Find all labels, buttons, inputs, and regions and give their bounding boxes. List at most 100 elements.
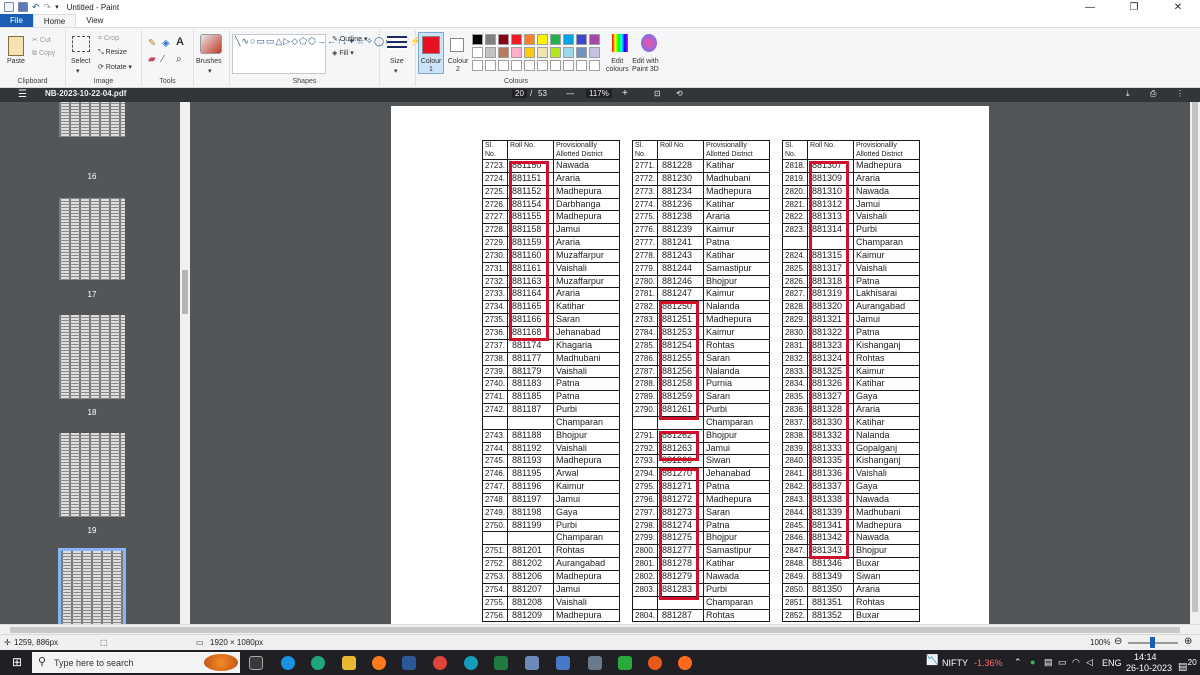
colour-swatch[interactable] <box>576 34 587 45</box>
file-menu[interactable]: File <box>0 14 33 27</box>
customize-toolbar-icon[interactable]: ▾ <box>55 3 59 11</box>
colour2-swatch[interactable] <box>450 38 464 52</box>
brushes-dropdown-icon[interactable]: ▾ <box>208 67 212 75</box>
colour-swatch[interactable] <box>576 47 587 58</box>
colour-swatch[interactable] <box>589 34 600 45</box>
clock-date[interactable]: 26-10-2023 <box>1126 663 1172 673</box>
nifty-change[interactable]: -1.36% <box>974 658 1003 668</box>
sidebar-scroll-thumb[interactable] <box>182 270 188 314</box>
download-icon[interactable]: ⤓ <box>1126 89 1130 99</box>
firefox-alt-icon[interactable] <box>678 656 692 670</box>
custom-colour-slot[interactable] <box>550 60 561 71</box>
page-thumbnail[interactable] <box>58 432 126 518</box>
menu-icon[interactable]: ☰ <box>18 89 27 100</box>
brush-icon[interactable] <box>200 34 222 54</box>
page-number-input[interactable]: 20 <box>512 89 527 98</box>
colour-swatch[interactable] <box>563 47 574 58</box>
close-button[interactable]: ✕ <box>1156 2 1200 13</box>
fill-button[interactable]: ◈ Fill ▾ <box>332 49 354 57</box>
size-button[interactable]: Size <box>390 58 404 65</box>
crop-button[interactable]: ⌗ Crop <box>98 35 119 43</box>
colour-swatch[interactable] <box>485 34 496 45</box>
cut-button[interactable]: ✂ Cut <box>32 36 51 44</box>
page-thumbnail[interactable] <box>58 197 126 281</box>
main-scroll-thumb[interactable] <box>1192 102 1198 612</box>
zoom-out-button[interactable]: — <box>566 89 574 98</box>
notification-icon[interactable]: ▤20 <box>1178 657 1197 672</box>
colour-swatch[interactable] <box>550 47 561 58</box>
paint-taskbar-icon[interactable] <box>525 656 539 670</box>
brave-icon[interactable] <box>648 656 662 670</box>
custom-colour-slot[interactable] <box>537 60 548 71</box>
custom-colour-slot[interactable] <box>511 60 522 71</box>
colour2-label[interactable]: Colour 2 <box>446 58 470 74</box>
maximize-button[interactable]: ❐ <box>1112 2 1156 13</box>
select-dropdown-icon[interactable]: ▾ <box>76 67 80 75</box>
battery-icon[interactable]: ▭ <box>1058 657 1067 668</box>
colour-swatch[interactable] <box>537 34 548 45</box>
resize-button[interactable]: ⤡ Resize <box>98 49 127 57</box>
wifi-icon[interactable]: ◠ <box>1072 657 1080 668</box>
colour-swatch[interactable] <box>524 47 535 58</box>
zoom-level[interactable]: 117% <box>586 89 612 98</box>
colour-swatch[interactable] <box>550 34 561 45</box>
snipping-tool-icon[interactable] <box>556 656 570 670</box>
pencil-icon[interactable]: ✎ <box>148 38 156 49</box>
zoom-in-icon[interactable]: ⊕ <box>1184 636 1192 647</box>
save-icon[interactable] <box>18 2 28 12</box>
tab-view[interactable]: View <box>76 14 113 27</box>
tray-app-icon[interactable]: ● <box>1030 657 1035 667</box>
size-dropdown-icon[interactable]: ▾ <box>394 67 398 75</box>
paint3d-icon[interactable] <box>641 34 657 52</box>
chrome-icon[interactable] <box>433 656 447 670</box>
language-indicator[interactable]: ENG <box>1102 658 1122 668</box>
shapes-gallery[interactable]: ╲∿○▭▭△▷◇⬠⬡→←↑↓✦☆✧◯▭◔♡⚡ <box>232 34 421 74</box>
page-thumbnail-selected[interactable] <box>58 548 126 624</box>
edit-with-paint3d-button[interactable]: Edit with Paint 3D <box>632 58 659 74</box>
nifty-label[interactable]: NIFTY <box>942 658 968 668</box>
custom-colour-slot[interactable] <box>576 60 587 71</box>
brushes-button[interactable]: Brushes <box>196 58 222 65</box>
edit-colours-button[interactable]: Edit colours <box>606 58 629 74</box>
zoom-out-icon[interactable]: ⊖ <box>1114 636 1122 647</box>
fill-bucket-icon[interactable]: ◈ <box>162 38 170 49</box>
colour-swatch[interactable] <box>498 34 509 45</box>
copy-button[interactable]: ⧉ Copy <box>32 50 55 58</box>
minimize-button[interactable]: — <box>1068 2 1112 13</box>
network-icon[interactable]: ▤ <box>1044 657 1053 668</box>
excel-icon[interactable] <box>494 656 508 670</box>
outline-button[interactable]: ✎ Outline ▾ <box>332 35 367 43</box>
redo-icon[interactable]: ↷ <box>44 2 52 13</box>
calculator-icon[interactable] <box>588 656 602 670</box>
custom-colour-slot[interactable] <box>472 60 483 71</box>
taskbar-search-box[interactable]: ⚲ Type here to search <box>32 652 240 673</box>
eraser-icon[interactable]: ▰ <box>148 54 156 65</box>
select-icon[interactable] <box>72 36 90 52</box>
paste-button[interactable]: Paste <box>7 58 25 65</box>
skype-icon[interactable] <box>464 656 478 670</box>
canvas-horizontal-scrollbar[interactable] <box>0 624 1200 634</box>
custom-colour-slot[interactable] <box>524 60 535 71</box>
colour-swatch[interactable] <box>511 47 522 58</box>
clock-time[interactable]: 14:14 <box>1134 652 1157 662</box>
page-thumbnail[interactable] <box>58 102 126 138</box>
ie-browser-icon[interactable] <box>281 656 295 670</box>
colour-swatch[interactable] <box>563 34 574 45</box>
colour-swatch[interactable] <box>524 34 535 45</box>
volume-icon[interactable]: ◁ <box>1086 657 1093 668</box>
custom-colour-slot[interactable] <box>485 60 496 71</box>
zoom-in-button[interactable]: + <box>622 88 628 99</box>
color-picker-icon[interactable]: ⁄ <box>162 54 164 65</box>
task-view-icon[interactable] <box>249 656 263 670</box>
colour-swatch[interactable] <box>485 47 496 58</box>
custom-colour-slot[interactable] <box>498 60 509 71</box>
print-icon[interactable]: ⎙ <box>1150 89 1156 99</box>
zoom-slider-handle[interactable] <box>1150 637 1155 648</box>
file-explorer-icon[interactable] <box>342 656 356 670</box>
undo-icon[interactable]: ↶ <box>32 2 40 13</box>
tab-home[interactable]: Home <box>32 14 77 27</box>
colour-swatch[interactable] <box>498 47 509 58</box>
paste-icon[interactable] <box>8 36 24 56</box>
edge-browser-icon[interactable] <box>311 656 325 670</box>
fit-page-icon[interactable]: ⊡ <box>654 89 661 98</box>
